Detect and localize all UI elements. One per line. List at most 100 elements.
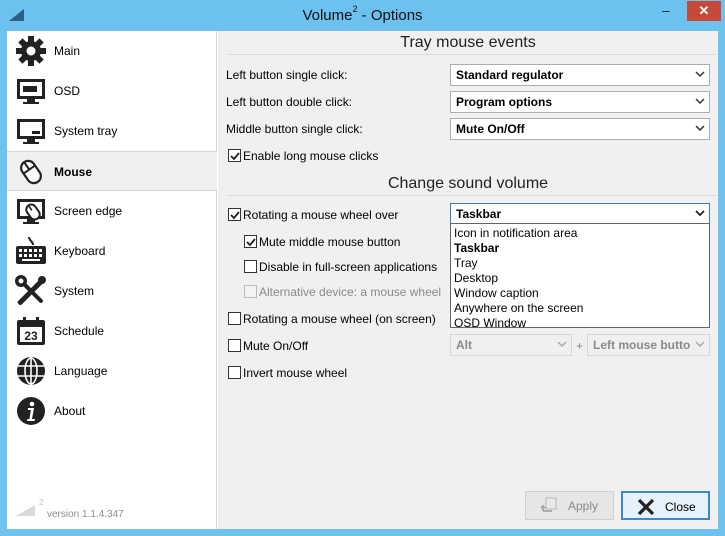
dropdown-option[interactable]: Anywhere on the screen (452, 301, 708, 316)
middle-single-click-label: Middle button single click: (226, 122, 363, 136)
dropdown-option[interactable]: Window caption (452, 286, 708, 301)
chevron-down-icon (695, 71, 705, 78)
alt-device-label: Alternative device: a mouse wheel (259, 285, 442, 299)
mute-key-select[interactable]: Alt (450, 334, 572, 356)
title-bar[interactable]: Volume2 - Options – ✕ (0, 0, 725, 31)
apply-label: Apply (568, 499, 599, 513)
sidebar-item-label: Screen edge (54, 204, 123, 218)
sidebar-item-about[interactable]: About (7, 391, 217, 431)
title-rest: - Options (357, 7, 423, 24)
sidebar-item-screen-edge[interactable]: Screen edge (7, 191, 217, 231)
left-double-click-value: Program options (456, 95, 553, 109)
apply-button[interactable]: Apply (525, 491, 614, 520)
calendar-day: 23 (24, 329, 38, 343)
wheel-over-select[interactable]: Taskbar (450, 203, 710, 225)
section-divider (228, 54, 716, 55)
sidebar-item-label: Keyboard (54, 244, 106, 258)
dropdown-option[interactable]: Tray (452, 256, 708, 271)
wheel-over-dropdown-list[interactable]: Icon in notification area Taskbar Tray D… (450, 223, 710, 331)
dropdown-option[interactable]: Icon in notification area (452, 226, 708, 241)
wheel-over-label[interactable]: Rotating a mouse wheel over (243, 208, 398, 222)
sidebar-item-language[interactable]: Language (7, 351, 217, 391)
mute-middle-label[interactable]: Mute middle mouse button (259, 235, 400, 249)
title-superscript: 2 (352, 4, 358, 14)
close-button[interactable]: Close (621, 491, 710, 520)
middle-single-click-select[interactable]: Mute On/Off (450, 118, 710, 140)
long-clicks-checkbox[interactable] (228, 149, 241, 162)
close-icon (637, 498, 655, 516)
wheel-over-checkbox[interactable] (228, 208, 241, 221)
system-tray-icon (17, 119, 45, 144)
client-area: Main OSD System tray Mouse Screen edge K… (7, 31, 718, 529)
left-double-click-select[interactable]: Program options (450, 91, 710, 113)
checkmark-icon (246, 238, 256, 247)
disable-fullscreen-label[interactable]: Disable in full-screen applications (259, 260, 437, 274)
disable-fullscreen-checkbox[interactable] (244, 260, 257, 273)
window-title: Volume2 - Options (0, 4, 725, 24)
sidebar-item-label: Main (54, 44, 81, 58)
sidebar-item-label: Language (54, 364, 108, 378)
mouse-settings-panel: Tray mouse events Left button single cli… (218, 31, 718, 529)
title-main: Volume (302, 7, 353, 24)
long-clicks-label[interactable]: Enable long mouse clicks (243, 149, 378, 163)
info-icon (17, 397, 45, 425)
mouse-icon (20, 159, 42, 185)
minimize-button[interactable]: – (652, 1, 680, 21)
sidebar-item-main[interactable]: Main (7, 31, 217, 71)
alt-device-checkbox[interactable] (244, 285, 257, 298)
chevron-down-icon (695, 210, 705, 217)
volume2-logo-icon: 2 (16, 498, 43, 516)
globe-icon (17, 357, 45, 385)
sidebar-item-label: About (54, 404, 86, 418)
left-single-click-value: Standard regulator (456, 68, 564, 82)
sidebar: Main OSD System tray Mouse Screen edge K… (7, 31, 217, 529)
sidebar-item-system-tray[interactable]: System tray (7, 111, 217, 151)
left-double-click-label: Left button double click: (226, 95, 353, 109)
apply-icon (540, 497, 557, 512)
wheel-screen-checkbox[interactable] (228, 312, 241, 325)
wheel-over-value: Taskbar (456, 207, 502, 221)
chevron-down-icon (695, 341, 705, 348)
sidebar-item-keyboard[interactable]: Keyboard (7, 231, 217, 271)
checkmark-icon (230, 152, 240, 161)
chevron-down-icon (695, 98, 705, 105)
monitor-icon (17, 79, 45, 104)
sidebar-item-system[interactable]: System (7, 271, 217, 311)
chevron-down-icon (695, 125, 705, 132)
dropdown-option[interactable]: Desktop (452, 271, 708, 286)
mute-middle-checkbox[interactable] (244, 235, 257, 248)
calendar-icon: 23 (17, 317, 45, 345)
section-divider (228, 195, 716, 196)
sidebar-item-schedule[interactable]: 23 Schedule (7, 311, 217, 351)
tools-icon (15, 275, 46, 306)
sidebar-item-mouse[interactable]: Mouse (7, 151, 217, 191)
screen-edge-icon (17, 199, 45, 224)
sidebar-item-label: System (54, 284, 95, 298)
chevron-down-icon (557, 341, 567, 348)
mute-onoff-label[interactable]: Mute On/Off (243, 339, 308, 353)
close-label: Close (665, 500, 696, 514)
sidebar-item-osd[interactable]: OSD (7, 71, 217, 111)
sidebar-item-label: Schedule (54, 324, 105, 338)
middle-single-click-value: Mute On/Off (456, 122, 525, 136)
invert-wheel-label[interactable]: Invert mouse wheel (243, 366, 347, 380)
gear-icon (16, 36, 46, 66)
mute-button-value: Left mouse butto (593, 338, 691, 352)
checkmark-icon (230, 211, 240, 220)
mute-button-select[interactable]: Left mouse butto (587, 334, 710, 356)
tray-mouse-events-heading: Tray mouse events (400, 34, 536, 51)
plus-sign: + (576, 339, 584, 353)
left-single-click-label: Left button single click: (226, 68, 348, 82)
mute-onoff-checkbox[interactable] (228, 339, 241, 352)
options-window: Volume2 - Options – ✕ Main OSD System tr… (0, 0, 725, 536)
wheel-screen-label[interactable]: Rotating a mouse wheel (on screen) (243, 312, 436, 326)
dropdown-option-selected[interactable]: Taskbar (452, 241, 708, 256)
dropdown-option[interactable]: OSD Window (452, 316, 708, 331)
left-single-click-select[interactable]: Standard regulator (450, 64, 710, 86)
sidebar-item-label: System tray (54, 124, 118, 138)
change-sound-volume-heading: Change sound volume (387, 175, 549, 192)
invert-wheel-checkbox[interactable] (228, 366, 241, 379)
window-close-button[interactable]: ✕ (687, 1, 721, 21)
sidebar-item-label: Mouse (54, 165, 93, 179)
version-label: version 1.1.4.347 (47, 509, 124, 520)
